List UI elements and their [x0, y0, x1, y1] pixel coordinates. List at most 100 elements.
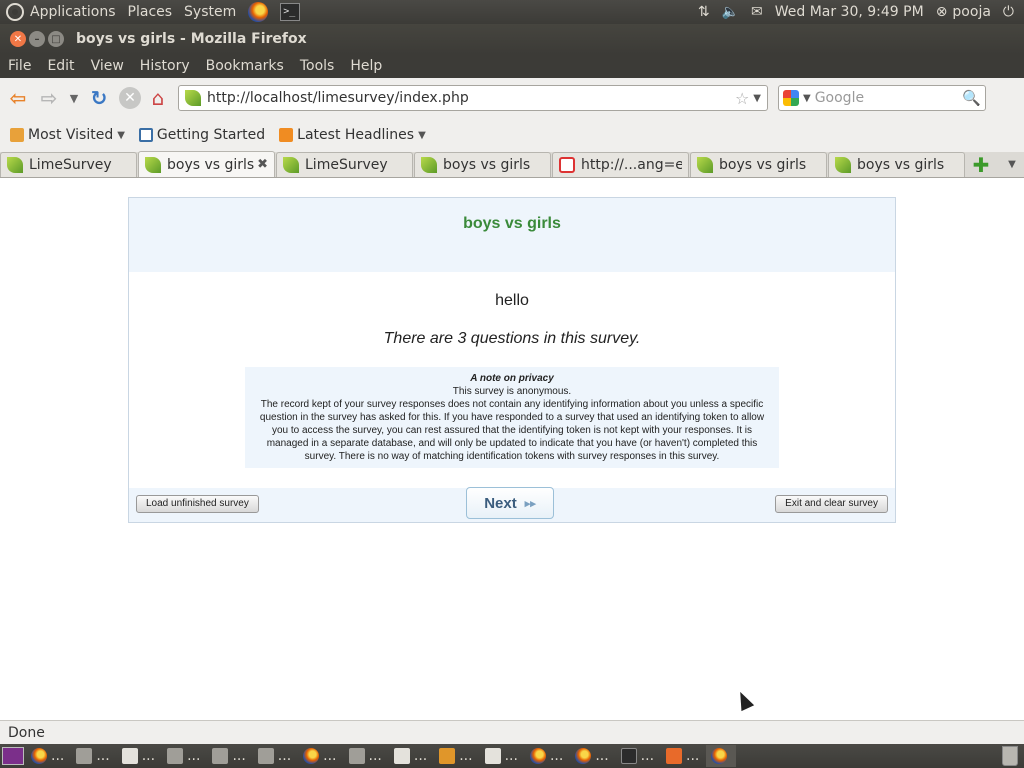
limesurvey-favicon-icon — [145, 156, 161, 173]
search-icon[interactable]: 🔍 — [962, 89, 981, 107]
terminal-launcher[interactable]: >_ — [274, 0, 306, 24]
terminal-icon: >_ — [280, 3, 301, 21]
url-input[interactable]: http://localhost/limesurvey/index.php — [207, 90, 735, 106]
tab-limesurvey-1[interactable]: LimeSurvey — [0, 152, 137, 177]
taskbar-item[interactable]: ... — [434, 745, 477, 767]
search-bar[interactable]: ▼ Google 🔍 — [778, 85, 986, 111]
power-icon[interactable]: ⏻ — [997, 0, 1020, 24]
back-button[interactable]: ⇦ — [4, 84, 32, 112]
taskbar-item[interactable]: ... — [117, 745, 160, 767]
new-tab-button[interactable]: ✚ — [968, 152, 994, 177]
trash-icon[interactable] — [1002, 746, 1018, 766]
taskbar-item[interactable]: ... — [480, 745, 523, 767]
menu-help[interactable]: Help — [342, 58, 390, 74]
installer-icon — [257, 748, 274, 764]
places-menu[interactable]: Places — [122, 0, 179, 24]
tab-label: boys vs girls — [857, 157, 945, 173]
limesurvey-favicon-icon — [421, 157, 437, 173]
globe-icon — [138, 128, 153, 142]
exit-and-clear-survey-button[interactable]: Exit and clear survey — [775, 495, 888, 513]
tab-list-dropdown-icon[interactable]: ▼ — [1000, 152, 1024, 177]
menu-file[interactable]: File — [0, 58, 39, 74]
taskbar-item[interactable]: ... — [344, 745, 387, 767]
taskbar-label: ... — [595, 748, 609, 764]
url-bar[interactable]: http://localhost/limesurvey/index.php ☆ … — [178, 85, 768, 111]
bookmark-star-icon[interactable]: ☆ — [735, 89, 749, 108]
taskbar-item[interactable]: ... — [661, 745, 704, 767]
network-icon[interactable]: ⇅ — [692, 0, 716, 24]
taskbar-item[interactable]: ... — [616, 745, 659, 767]
taskbar-label: ... — [459, 748, 473, 764]
search-engine-dropdown-icon[interactable]: ▼ — [803, 93, 811, 104]
menu-history[interactable]: History — [132, 58, 198, 74]
taskbar-item[interactable]: ... — [570, 745, 613, 767]
firefox-icon — [711, 748, 728, 764]
bookmark-getting-started[interactable]: Getting Started — [135, 127, 269, 143]
privacy-body: The record kept of your survey responses… — [259, 399, 765, 462]
user-name: pooja — [952, 4, 991, 20]
window-minimize-button[interactable]: – — [29, 31, 45, 47]
tab-label: boys vs girls — [719, 157, 807, 173]
taskbar-item-active-firefox[interactable] — [706, 745, 737, 767]
reload-button[interactable]: ↻ — [85, 84, 113, 112]
user-menu[interactable]: ⊗ pooja — [930, 0, 997, 24]
stop-button[interactable]: ✕ — [119, 87, 141, 109]
bookmark-most-visited[interactable]: Most Visited ▼ — [6, 127, 129, 143]
taskbar-item[interactable]: ... — [162, 745, 205, 767]
tab-url-lang-en[interactable]: http://...ang=en — [552, 152, 689, 177]
menu-bookmarks[interactable]: Bookmarks — [198, 58, 292, 74]
forward-button[interactable]: ⇨ — [35, 84, 63, 112]
tab-close-icon[interactable]: ✖ — [257, 157, 268, 172]
menu-tools[interactable]: Tools — [292, 58, 343, 74]
file-icon — [393, 748, 410, 764]
taskbar-item[interactable]: ... — [298, 745, 341, 767]
tab-boys-vs-girls-active[interactable]: boys vs girls ✖ — [138, 151, 275, 177]
history-dropdown-icon[interactable]: ▼ — [66, 84, 82, 112]
clock[interactable]: Wed Mar 30, 9:49 PM — [769, 0, 930, 24]
text-editor-icon — [484, 748, 501, 764]
taskbar-item[interactable]: ... — [26, 745, 69, 767]
privacy-title: A note on privacy — [470, 373, 554, 384]
volume-icon[interactable]: 🔈 — [716, 0, 745, 24]
taskbar-item[interactable]: ... — [253, 745, 296, 767]
firefox-icon — [529, 748, 546, 764]
tab-boys-vs-girls-3[interactable]: boys vs girls — [690, 152, 827, 177]
text-editor-icon — [121, 748, 138, 764]
taskbar-item[interactable]: ... — [389, 745, 432, 767]
taskbar-label: ... — [277, 748, 292, 764]
xampp-favicon-icon — [559, 157, 575, 173]
tab-limesurvey-2[interactable]: LimeSurvey — [276, 152, 413, 177]
window-maximize-button[interactable]: □ — [48, 31, 64, 47]
tab-boys-vs-girls-4[interactable]: boys vs girls — [828, 152, 965, 177]
tab-boys-vs-girls-2[interactable]: boys vs girls — [414, 152, 551, 177]
firefox-icon — [575, 748, 592, 764]
firefox-icon — [303, 748, 320, 764]
url-dropdown-icon[interactable]: ▼ — [753, 93, 761, 104]
next-button[interactable]: Next ▸▸ — [466, 487, 554, 519]
system-menu[interactable]: System — [178, 0, 242, 24]
applications-menu[interactable]: Applications — [24, 0, 122, 24]
ubuntu-logo-icon[interactable] — [6, 3, 24, 21]
taskbar-item[interactable]: ... — [71, 745, 114, 767]
taskbar-label: ... — [187, 748, 201, 764]
firefox-launcher[interactable] — [242, 0, 274, 24]
window-titlebar: ✕ – □ boys vs girls - Mozilla Firefox — [0, 24, 1024, 54]
search-input[interactable]: Google — [815, 90, 963, 106]
home-button[interactable]: ⌂ — [144, 84, 172, 112]
taskbar-item[interactable]: ... — [525, 745, 568, 767]
taskbar-label: ... — [686, 748, 700, 764]
mail-icon[interactable]: ✉ — [745, 0, 769, 24]
tab-label: LimeSurvey — [29, 157, 112, 173]
window-close-button[interactable]: ✕ — [10, 31, 26, 47]
menu-view[interactable]: View — [83, 58, 132, 74]
show-desktop-button[interactable] — [2, 747, 24, 765]
taskbar-item[interactable]: ... — [207, 745, 250, 767]
survey-header: boys vs girls — [129, 198, 895, 272]
survey-container: boys vs girls hello There are 3 question… — [128, 197, 896, 523]
menu-edit[interactable]: Edit — [39, 58, 82, 74]
google-icon[interactable] — [783, 90, 799, 106]
installer-icon — [212, 748, 229, 764]
bookmark-latest-headlines[interactable]: Latest Headlines ▼ — [275, 127, 430, 143]
taskbar-label: ... — [549, 748, 564, 764]
load-unfinished-survey-button[interactable]: Load unfinished survey — [136, 495, 259, 513]
